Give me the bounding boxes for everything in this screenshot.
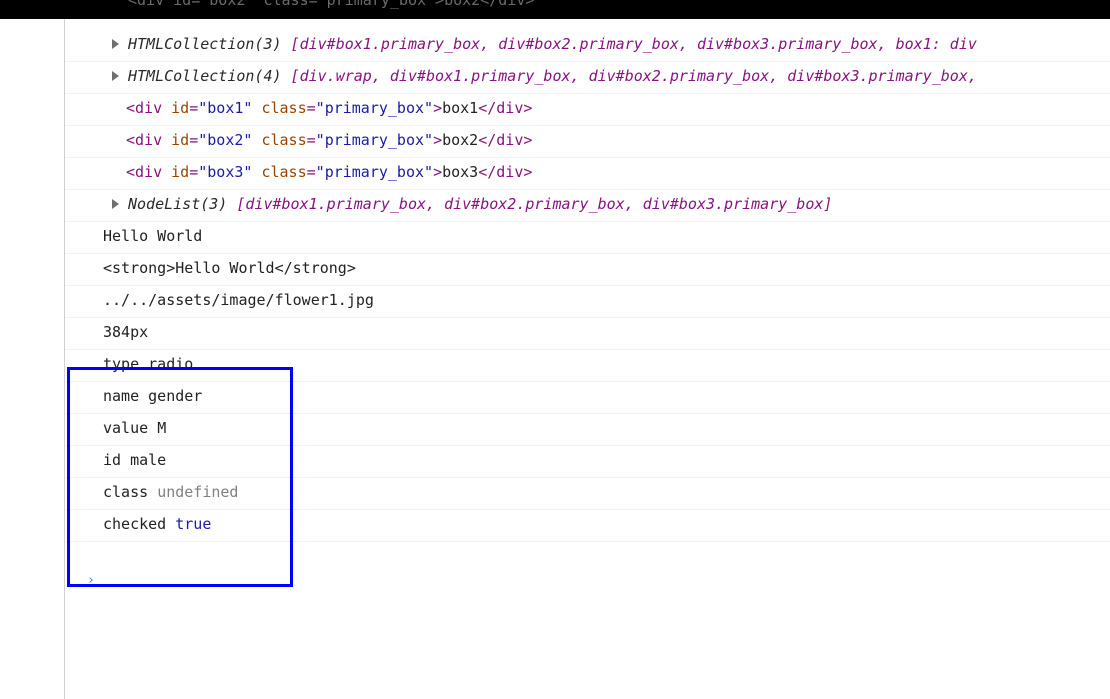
console-row: name gender — [65, 382, 1110, 414]
console-row: ../../assets/image/flower1.jpg — [65, 286, 1110, 318]
collection-label: HTMLCollection(4) — [128, 67, 282, 85]
log-value: radio — [148, 355, 194, 373]
console-row: class undefined — [65, 478, 1110, 510]
log-key-value: id male — [103, 451, 166, 469]
dom-node[interactable]: <div id="box2" class="primary_box">box2<… — [126, 131, 532, 149]
dom-node[interactable]: <div id="box1" class="primary_box">box1<… — [126, 99, 532, 117]
log-key-value: type radio — [103, 355, 193, 373]
log-key-value: value M — [103, 419, 166, 437]
console-row[interactable]: NodeList(3) [div#box1.primary_box, div#b… — [65, 190, 1110, 222]
expand-triangle-icon[interactable] — [112, 39, 119, 49]
console-row: <strong>Hello World</strong> — [65, 254, 1110, 286]
log-key: type — [103, 355, 140, 373]
console-output: HTMLCollection(3) [div#box1.primary_box,… — [65, 30, 1110, 542]
collection-label: HTMLCollection(3) — [128, 35, 282, 53]
console-row: <div id="box2" class="primary_box">box2<… — [65, 126, 1110, 158]
log-key: class — [103, 483, 149, 501]
log-text: <strong>Hello World</strong> — [103, 259, 356, 277]
log-key-value: checked true — [103, 515, 211, 533]
console-row: <div id="box3" class="primary_box">box3<… — [65, 158, 1110, 190]
top-overlay-bar: <div id="box2" class="primary_box">box2<… — [0, 0, 1110, 19]
console-prompt-icon[interactable]: › — [87, 573, 95, 588]
expand-triangle-icon[interactable] — [112, 71, 119, 81]
log-text: Hello World — [103, 227, 203, 245]
log-value: true — [175, 515, 212, 533]
log-key: value — [103, 419, 149, 437]
console-row[interactable]: HTMLCollection(3) [div#box1.primary_box,… — [65, 30, 1110, 62]
console-row: checked true — [65, 510, 1110, 542]
console-row[interactable]: HTMLCollection(4) [div.wrap, div#box1.pr… — [65, 62, 1110, 94]
log-key-value: name gender — [103, 387, 202, 405]
log-value: undefined — [157, 483, 239, 501]
clipped-log-line: <div id="box2" class="primary_box">box2<… — [128, 0, 535, 9]
console-row: <div id="box1" class="primary_box">box1<… — [65, 94, 1110, 126]
log-key-value: class undefined — [103, 483, 238, 501]
log-key: name — [103, 387, 140, 405]
log-value: gender — [148, 387, 203, 405]
console-row: value M — [65, 414, 1110, 446]
log-text: 384px — [103, 323, 149, 341]
collection-label: NodeList(3) — [128, 195, 228, 213]
dom-node[interactable]: <div id="box3" class="primary_box">box3<… — [126, 163, 532, 181]
console-row: type radio — [65, 350, 1110, 382]
expand-triangle-icon[interactable] — [112, 199, 119, 209]
console-row: Hello World — [65, 222, 1110, 254]
collection-body: [div#box1.primary_box, div#box2.primary_… — [281, 35, 977, 53]
log-key: id — [103, 451, 122, 469]
log-value: M — [157, 419, 167, 437]
log-key: checked — [103, 515, 167, 533]
collection-body: [div.wrap, div#box1.primary_box, div#box… — [281, 67, 977, 85]
console-row: 384px — [65, 318, 1110, 350]
log-value: male — [130, 451, 167, 469]
console-gutter — [0, 19, 64, 699]
log-text: ../../assets/image/flower1.jpg — [103, 291, 374, 309]
console-row: id male — [65, 446, 1110, 478]
collection-body: [div#box1.primary_box, div#box2.primary_… — [227, 195, 833, 213]
